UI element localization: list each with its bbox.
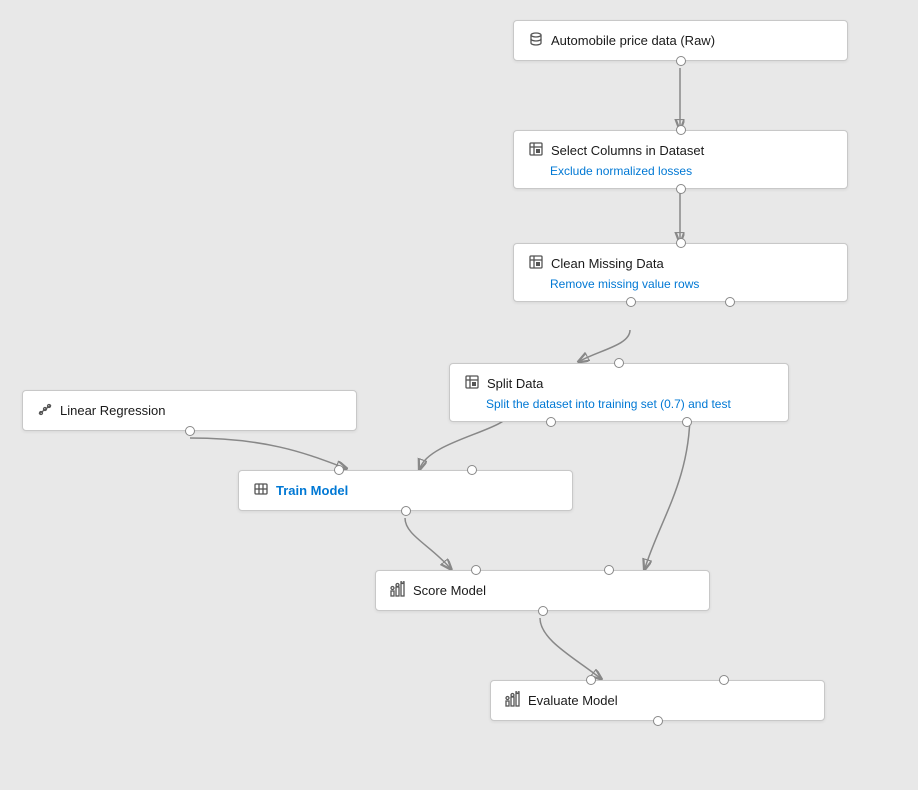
node-train-model[interactable]: Train Model — [238, 470, 573, 511]
port-split-in[interactable] — [614, 358, 624, 368]
conn-lr-train — [190, 438, 345, 468]
node-score-title: Score Model — [413, 583, 486, 598]
conn-clean-split — [580, 330, 630, 361]
score-icon — [390, 581, 406, 600]
port-select-out[interactable] — [676, 184, 686, 194]
node-split-title: Split Data — [487, 376, 543, 391]
database-icon — [528, 31, 544, 50]
node-clean-title: Clean Missing Data — [551, 256, 664, 271]
node-split-data[interactable]: Split Data Split the dataset into traini… — [449, 363, 789, 422]
evaluate-icon — [505, 691, 521, 710]
port-clean-out-left[interactable] — [626, 297, 636, 307]
node-automobile-title: Automobile price data (Raw) — [551, 33, 715, 48]
port-train-in-left[interactable] — [334, 465, 344, 475]
port-eval-out[interactable] — [653, 716, 663, 726]
node-clean-subtitle: Remove missing value rows — [528, 277, 833, 291]
port-train-out[interactable] — [401, 506, 411, 516]
port-clean-out-right[interactable] — [725, 297, 735, 307]
port-score-out[interactable] — [538, 606, 548, 616]
port-automobile-out[interactable] — [676, 56, 686, 66]
node-linear-regression[interactable]: Linear Regression — [22, 390, 357, 431]
port-eval-in-right[interactable] — [719, 675, 729, 685]
port-clean-in[interactable] — [676, 238, 686, 248]
train-icon — [253, 481, 269, 500]
conn-split-score — [645, 412, 690, 568]
node-evaluate-title: Evaluate Model — [528, 693, 618, 708]
port-split-out-left[interactable] — [546, 417, 556, 427]
pipeline-canvas: Automobile price data (Raw) Select Colum… — [0, 0, 918, 790]
conn-train-score — [405, 518, 450, 568]
select-icon — [528, 141, 544, 160]
regression-icon — [37, 401, 53, 420]
port-score-in-right[interactable] — [604, 565, 614, 575]
port-lr-out[interactable] — [185, 426, 195, 436]
node-lr-title: Linear Regression — [60, 403, 166, 418]
port-score-in-left[interactable] — [471, 565, 481, 575]
conn-score-eval — [540, 618, 600, 678]
node-clean-missing[interactable]: Clean Missing Data Remove missing value … — [513, 243, 848, 302]
node-automobile[interactable]: Automobile price data (Raw) — [513, 20, 848, 61]
node-train-title: Train Model — [276, 483, 348, 498]
node-select-subtitle: Exclude normalized losses — [528, 164, 833, 178]
port-split-out-right[interactable] — [682, 417, 692, 427]
port-train-in-right[interactable] — [467, 465, 477, 475]
node-evaluate-model[interactable]: Evaluate Model — [490, 680, 825, 721]
node-select-title: Select Columns in Dataset — [551, 143, 704, 158]
clean-icon — [528, 254, 544, 273]
node-select-columns[interactable]: Select Columns in Dataset Exclude normal… — [513, 130, 848, 189]
split-icon — [464, 374, 480, 393]
port-eval-in-left[interactable] — [586, 675, 596, 685]
node-score-model[interactable]: Score Model — [375, 570, 710, 611]
port-select-in[interactable] — [676, 125, 686, 135]
node-split-subtitle: Split the dataset into training set (0.7… — [464, 397, 774, 411]
